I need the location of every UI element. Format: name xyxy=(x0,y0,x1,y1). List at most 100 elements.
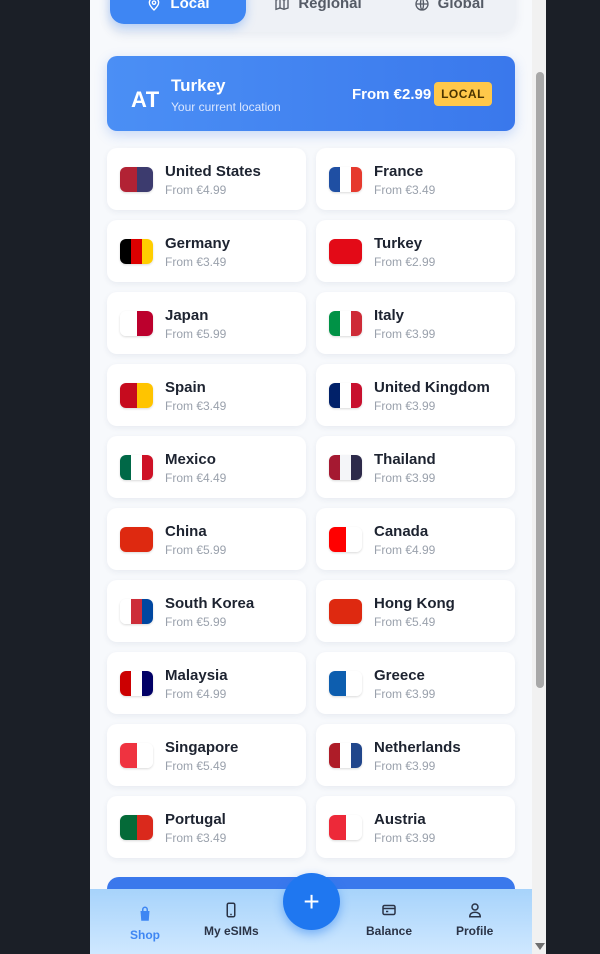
flag-icon xyxy=(329,671,362,696)
country-card[interactable]: Italy From €3.99 xyxy=(316,292,515,354)
tab-regional[interactable]: Regional xyxy=(258,0,378,24)
country-grid: United States From €4.99 France From €3.49 G… xyxy=(107,148,516,858)
flag-icon xyxy=(329,815,362,840)
country-card[interactable]: Germany From €3.49 xyxy=(107,220,306,282)
scrollbar-thumb[interactable] xyxy=(536,72,544,688)
country-price: From €3.99 xyxy=(374,327,436,341)
flag-icon xyxy=(120,599,153,624)
country-price: From €3.99 xyxy=(374,687,436,701)
map-icon xyxy=(275,0,289,11)
country-card[interactable]: Spain From €3.49 xyxy=(107,364,306,426)
flag-icon xyxy=(329,239,362,264)
scroll-down-arrow-icon[interactable] xyxy=(535,943,545,950)
country-name: Malaysia xyxy=(165,667,228,684)
country-card[interactable]: South Korea From €5.99 xyxy=(107,580,306,642)
flag-icon xyxy=(329,599,362,624)
country-card[interactable]: Thailand From €3.99 xyxy=(316,436,515,498)
tab-local-label: Local xyxy=(170,0,210,12)
current-location-subtitle: Your current location xyxy=(171,100,281,114)
country-name: China xyxy=(165,523,207,540)
country-price: From €5.99 xyxy=(165,615,227,629)
country-price: From €3.99 xyxy=(374,471,436,485)
flag-icon xyxy=(329,455,362,480)
add-button[interactable]: + xyxy=(283,873,340,930)
nav-balance[interactable]: Balance xyxy=(366,901,412,938)
country-card[interactable]: Portugal From €3.49 xyxy=(107,796,306,858)
country-name: United Kingdom xyxy=(374,379,490,396)
tab-local[interactable]: Local xyxy=(110,0,246,24)
country-name: Spain xyxy=(165,379,206,396)
country-code: AT xyxy=(131,87,160,112)
country-name: Netherlands xyxy=(374,739,461,756)
location-pin-icon xyxy=(149,0,160,11)
country-card[interactable]: Canada From €4.99 xyxy=(316,508,515,570)
country-price: From €3.49 xyxy=(165,255,227,269)
phone-icon xyxy=(226,902,236,918)
country-card[interactable]: Hong Kong From €5.49 xyxy=(316,580,515,642)
country-price: From €3.99 xyxy=(374,759,436,773)
country-card[interactable]: Malaysia From €4.99 xyxy=(107,652,306,714)
country-price: From €4.99 xyxy=(165,183,227,197)
country-price: From €3.99 xyxy=(374,831,436,845)
country-price: From €5.99 xyxy=(165,327,227,341)
country-price: From €4.49 xyxy=(165,471,227,485)
nav-balance-label: Balance xyxy=(366,924,413,938)
flag-icon xyxy=(329,311,362,336)
country-name: Mexico xyxy=(165,451,216,468)
country-name: Portugal xyxy=(165,811,226,828)
country-name: Italy xyxy=(374,307,405,324)
country-card[interactable]: Netherlands From €3.99 xyxy=(316,724,515,786)
country-card[interactable]: Turkey From €2.99 xyxy=(316,220,515,282)
nav-my-esims[interactable]: My eSIMs xyxy=(204,901,259,938)
nav-profile-label: Profile xyxy=(456,924,494,938)
user-icon xyxy=(468,903,481,918)
current-location-card[interactable]: AT Turkey Your current location From €2.… xyxy=(107,56,515,131)
plus-icon: + xyxy=(303,885,320,917)
country-card[interactable]: Greece From €3.99 xyxy=(316,652,515,714)
country-name: Austria xyxy=(374,811,426,828)
scope-tabs: Local Regional Global xyxy=(108,0,516,32)
flag-icon xyxy=(329,527,362,552)
country-price: From €5.49 xyxy=(165,759,227,773)
country-card[interactable]: France From €3.49 xyxy=(316,148,515,210)
country-name: United States xyxy=(165,163,261,180)
country-price: From €4.99 xyxy=(374,543,436,557)
country-name: Singapore xyxy=(165,739,239,756)
country-card[interactable]: Singapore From €5.49 xyxy=(107,724,306,786)
local-badge: LOCAL xyxy=(434,82,492,106)
country-price: From €3.49 xyxy=(165,831,227,845)
country-card[interactable]: United States From €4.99 xyxy=(107,148,306,210)
tab-regional-label: Regional xyxy=(298,0,362,12)
flag-icon xyxy=(120,167,153,192)
tab-global-label: Global xyxy=(437,0,485,12)
current-country-price: From €2.99 xyxy=(352,86,432,103)
country-name: France xyxy=(374,163,424,180)
flag-icon xyxy=(120,815,153,840)
country-name: Canada xyxy=(374,523,429,540)
country-name: Greece xyxy=(374,667,425,684)
country-price: From €5.99 xyxy=(165,543,227,557)
flag-icon xyxy=(329,743,362,768)
flag-icon xyxy=(120,455,153,480)
country-name: South Korea xyxy=(165,595,255,612)
country-price: From €2.99 xyxy=(374,255,436,269)
nav-my-esims-label: My eSIMs xyxy=(204,924,259,938)
nav-shop[interactable]: Shop xyxy=(130,905,160,942)
country-card[interactable]: China From €5.99 xyxy=(107,508,306,570)
country-name: Turkey xyxy=(374,235,423,252)
country-card[interactable]: Austria From €3.99 xyxy=(316,796,515,858)
flag-icon xyxy=(120,383,153,408)
country-name: Germany xyxy=(165,235,231,252)
nav-profile[interactable]: Profile xyxy=(456,901,493,938)
flag-icon xyxy=(329,167,362,192)
flag-icon xyxy=(329,383,362,408)
country-price: From €3.99 xyxy=(374,399,436,413)
tab-global[interactable]: Global xyxy=(394,0,504,24)
flag-icon xyxy=(120,743,153,768)
flag-icon xyxy=(120,671,153,696)
globe-icon xyxy=(414,0,429,11)
country-card[interactable]: Japan From €5.99 xyxy=(107,292,306,354)
country-price: From €3.49 xyxy=(374,183,436,197)
country-card[interactable]: United Kingdom From €3.99 xyxy=(316,364,515,426)
country-card[interactable]: Mexico From €4.49 xyxy=(107,436,306,498)
